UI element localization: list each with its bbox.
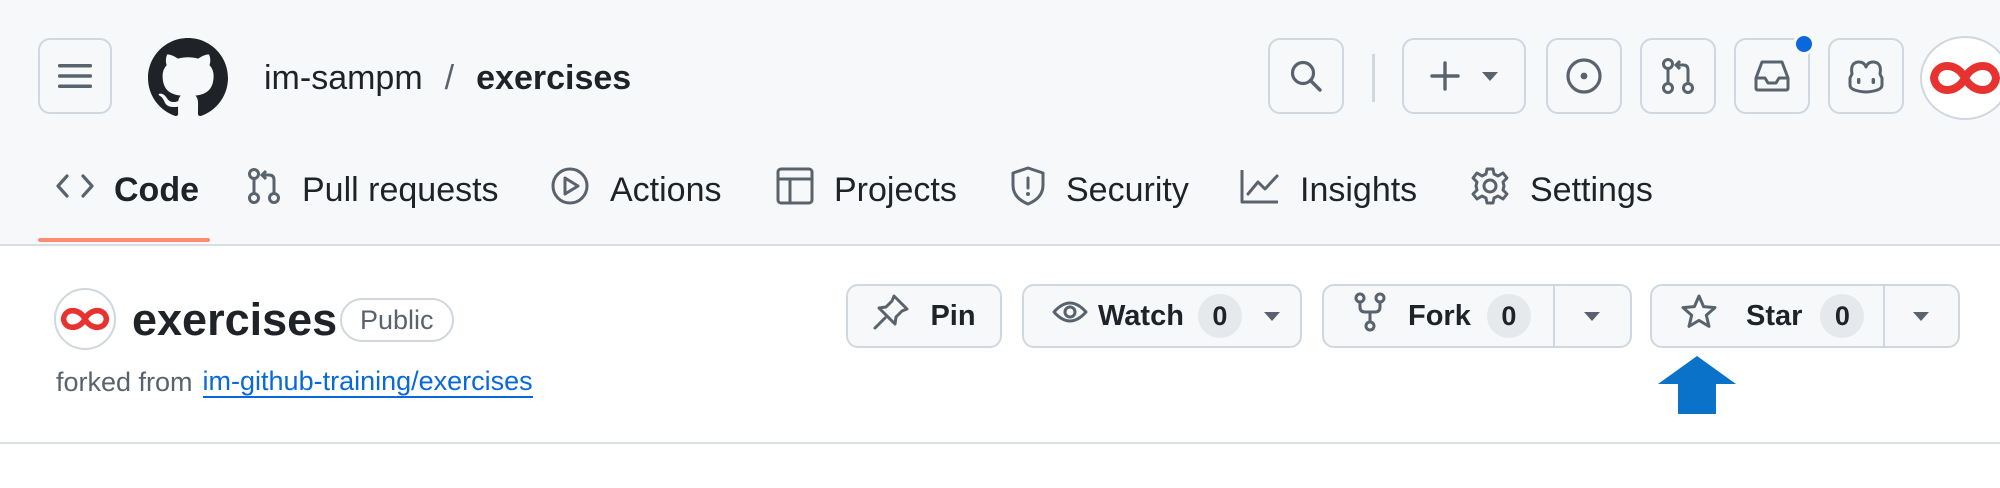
tab-security[interactable]: Security xyxy=(1010,164,1189,216)
watch-count: 0 xyxy=(1197,294,1242,338)
star-dropdown-button[interactable] xyxy=(1882,286,1958,346)
tab-code-label: Code xyxy=(114,170,199,209)
pin-label: Pin xyxy=(930,299,976,332)
arrow-up-icon xyxy=(1658,356,1736,414)
tab-projects[interactable]: Projects xyxy=(776,164,957,216)
shield-icon xyxy=(1010,166,1066,215)
notification-indicator xyxy=(1793,33,1815,55)
tab-projects-label: Projects xyxy=(834,170,957,209)
breadcrumb: im-sampm / exercises xyxy=(264,52,631,104)
repo-title[interactable]: exercises xyxy=(132,294,337,346)
breadcrumb-owner[interactable]: im-sampm xyxy=(264,59,423,98)
issues-icon xyxy=(1565,57,1603,95)
plus-icon xyxy=(1430,61,1460,91)
fork-dropdown-button[interactable] xyxy=(1552,286,1630,346)
fork-button-group: Fork 0 xyxy=(1322,284,1632,348)
inbox-icon xyxy=(1753,59,1791,93)
star-count: 0 xyxy=(1820,294,1865,338)
forked-from: forked from im-github-training/exercises xyxy=(56,366,533,398)
tab-actions-label: Actions xyxy=(610,170,722,209)
header-divider xyxy=(1372,54,1375,102)
pull-requests-button[interactable] xyxy=(1640,38,1716,114)
star-button[interactable]: Star 0 xyxy=(1652,286,1883,346)
github-logo[interactable] xyxy=(148,38,228,118)
pin-icon xyxy=(872,293,910,339)
chevron-down-icon xyxy=(1584,311,1601,321)
avatar[interactable] xyxy=(1920,36,2000,120)
fork-count: 0 xyxy=(1486,294,1531,338)
tab-pull-requests-label: Pull requests xyxy=(302,170,499,209)
fork-label: Fork xyxy=(1408,299,1471,332)
forked-from-link[interactable]: im-github-training/exercises xyxy=(202,366,533,398)
tab-settings-label: Settings xyxy=(1530,170,1653,209)
chevron-down-icon xyxy=(1482,71,1498,81)
tab-pull-requests[interactable]: Pull requests xyxy=(246,164,499,216)
issues-button[interactable] xyxy=(1546,38,1622,114)
tab-insights-label: Insights xyxy=(1300,170,1418,209)
fork-button[interactable]: Fork 0 xyxy=(1324,286,1553,346)
menu-button[interactable] xyxy=(38,38,112,114)
search-button[interactable] xyxy=(1268,38,1344,114)
create-new-button[interactable] xyxy=(1402,38,1526,114)
star-button-group: Star 0 xyxy=(1650,284,1960,348)
play-icon xyxy=(550,166,610,215)
tab-code[interactable]: Code xyxy=(56,164,199,216)
pull-request-icon xyxy=(1660,57,1696,95)
table-icon xyxy=(776,167,834,214)
tab-actions[interactable]: Actions xyxy=(550,164,722,216)
tab-settings[interactable]: Settings xyxy=(1470,164,1653,216)
repo-owner-avatar[interactable] xyxy=(54,288,116,350)
search-icon xyxy=(1289,59,1323,93)
active-tab-indicator xyxy=(38,238,210,242)
copilot-icon xyxy=(1846,58,1886,94)
watch-label: Watch xyxy=(1098,299,1184,332)
chevron-down-icon[interactable] xyxy=(1263,311,1280,321)
tab-insights[interactable]: Insights xyxy=(1240,164,1417,216)
tab-security-label: Security xyxy=(1066,170,1189,209)
gear-icon xyxy=(1470,166,1530,215)
fork-icon xyxy=(1354,292,1386,340)
chevron-down-icon xyxy=(1913,311,1930,321)
forked-from-label: forked from xyxy=(56,366,193,397)
star-icon xyxy=(1680,293,1718,339)
section-divider xyxy=(0,442,2000,444)
pin-button[interactable]: Pin xyxy=(846,284,1002,348)
pull-request-icon xyxy=(246,167,302,214)
graph-icon xyxy=(1240,168,1300,213)
breadcrumb-separator: / xyxy=(444,58,455,97)
eye-icon xyxy=(1052,298,1088,334)
visibility-badge: Public xyxy=(340,298,454,342)
star-label: Star xyxy=(1746,299,1803,332)
code-icon xyxy=(56,171,114,210)
breadcrumb-repo[interactable]: exercises xyxy=(476,59,631,98)
watch-button[interactable]: Watch 0 xyxy=(1022,284,1302,348)
copilot-button[interactable] xyxy=(1828,38,1904,114)
hamburger-icon xyxy=(58,62,92,90)
